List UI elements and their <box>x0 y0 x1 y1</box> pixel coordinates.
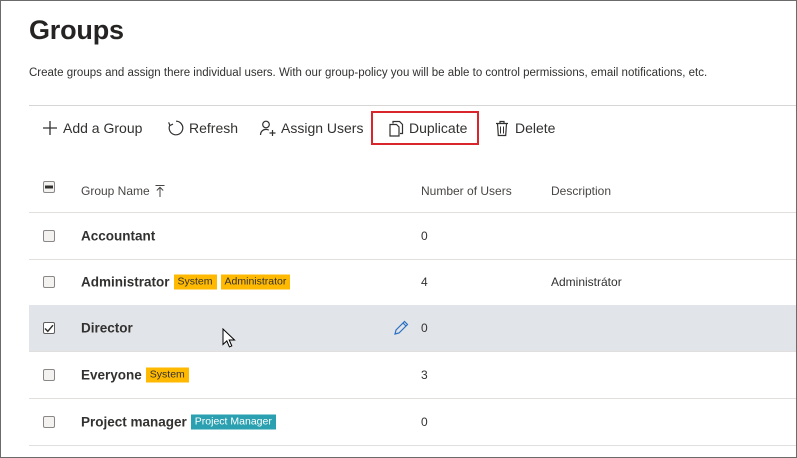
assign-users-label: Assign Users <box>281 120 364 136</box>
duplicate-label: Duplicate <box>409 120 468 136</box>
badge-system: System <box>173 274 217 290</box>
row-checkbox-checked[interactable] <box>43 322 55 334</box>
group-name: Accountant <box>81 228 156 244</box>
column-header-number-of-users[interactable]: Number of Users <box>421 184 512 198</box>
delete-button[interactable]: Delete <box>493 111 555 145</box>
row-checkbox[interactable] <box>43 416 55 428</box>
group-name-cell: Administrator System Administrator <box>81 274 291 290</box>
row-checkbox[interactable] <box>43 276 55 288</box>
select-all-checkbox[interactable] <box>43 181 55 193</box>
badge-system: System <box>145 367 189 383</box>
add-group-button[interactable]: Add a Group <box>41 111 142 145</box>
sort-ascending-icon <box>155 185 165 197</box>
indeterminate-icon <box>45 185 53 189</box>
group-name-cell: Director <box>81 321 133 336</box>
edit-icon[interactable] <box>392 319 410 337</box>
page-description: Create groups and assign there individua… <box>29 67 708 79</box>
plus-icon <box>41 119 59 137</box>
refresh-button[interactable]: Refresh <box>167 111 238 145</box>
row-checkbox[interactable] <box>43 230 55 242</box>
group-name-cell: Project manager Project Manager <box>81 414 276 430</box>
user-count: 4 <box>421 275 428 289</box>
table-row[interactable]: Everyone System 3 <box>29 352 796 399</box>
badge-administrator: Administrator <box>220 274 291 290</box>
refresh-icon <box>167 119 185 137</box>
row-checkbox[interactable] <box>43 369 55 381</box>
user-count: 0 <box>421 321 428 335</box>
table-row-selected[interactable]: Director 0 <box>29 305 796 352</box>
user-count: 0 <box>421 415 428 429</box>
group-name-cell: Everyone System <box>81 367 189 383</box>
column-header-group-name[interactable]: Group Name <box>81 184 166 198</box>
group-name: Director <box>81 320 133 336</box>
grid-header: Group Name Number of Users Description <box>29 169 796 213</box>
duplicate-button[interactable]: Duplicate <box>371 111 480 145</box>
copy-icon <box>387 119 405 137</box>
add-group-label: Add a Group <box>63 120 143 136</box>
table-row[interactable]: Project manager Project Manager 0 <box>29 399 796 446</box>
toolbar: Add a Group Refresh Assign Users Duplica… <box>29 111 796 145</box>
page-title: Groups <box>29 15 124 45</box>
trash-icon <box>493 119 511 137</box>
delete-label: Delete <box>515 120 556 136</box>
table-row[interactable]: Administrator System Administrator 4 Adm… <box>29 259 796 306</box>
mouse-pointer-icon <box>222 328 236 348</box>
group-description: Administrátor <box>551 275 622 289</box>
table-row[interactable]: Accountant 0 <box>29 213 796 260</box>
groups-page: Groups Create groups and assign there in… <box>0 0 797 458</box>
checkmark-icon <box>44 324 54 332</box>
user-count: 3 <box>421 368 428 382</box>
assign-users-button[interactable]: Assign Users <box>259 111 363 145</box>
group-name: Administrator <box>81 274 170 290</box>
group-name: Everyone <box>81 367 142 383</box>
refresh-label: Refresh <box>189 120 239 136</box>
group-name-cell: Accountant <box>81 229 155 244</box>
divider <box>29 105 796 106</box>
add-user-icon <box>259 119 277 137</box>
group-name: Project manager <box>81 414 187 430</box>
user-count: 0 <box>421 229 428 243</box>
column-header-description[interactable]: Description <box>551 184 611 198</box>
badge-project-manager: Project Manager <box>190 414 276 430</box>
